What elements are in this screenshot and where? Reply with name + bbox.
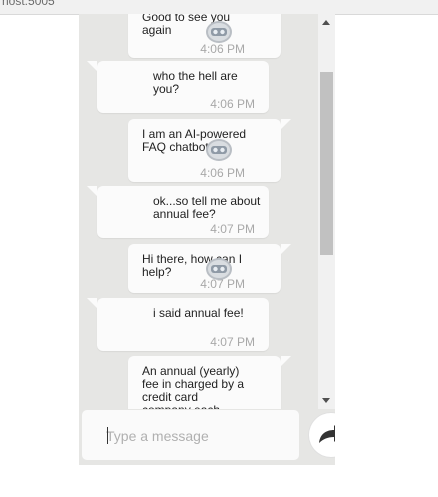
send-button[interactable] xyxy=(309,413,335,457)
message-text: who the hell are you? xyxy=(153,69,238,96)
scroll-up-arrow-icon[interactable] xyxy=(322,20,330,25)
send-arrow-icon xyxy=(319,425,335,443)
chat-widget: Good to see you again 4:06 PM who the he… xyxy=(79,14,335,465)
bot-avatar-icon xyxy=(206,139,232,161)
text-cursor xyxy=(107,427,108,444)
chat-scrollbar[interactable] xyxy=(318,14,335,409)
user-message: i said annual fee! 4:07 PM xyxy=(87,298,269,351)
message-time: 4:07 PM xyxy=(210,222,255,236)
message-text: I am an AI-powered FAQ chatbot :) xyxy=(142,127,247,154)
message-text: Hi there, how can I help? xyxy=(142,252,243,279)
message-list[interactable]: Good to see you again 4:06 PM who the he… xyxy=(79,14,318,409)
message-time: 4:06 PM xyxy=(210,97,255,111)
bot-avatar-icon xyxy=(206,258,232,280)
message-text: i said annual fee! xyxy=(153,306,244,320)
message-text: ok...so tell me about annual fee? xyxy=(153,194,261,221)
message-time: 4:06 PM xyxy=(200,166,245,180)
user-message: who the hell are you? 4:06 PM xyxy=(87,61,269,113)
bot-avatar-icon xyxy=(206,21,232,43)
message-composer xyxy=(82,410,299,460)
address-text: nost:5005 xyxy=(2,0,55,8)
message-time: 4:06 PM xyxy=(200,42,245,56)
message-text: An annual (yearly) fee in charged by a c… xyxy=(142,364,245,410)
browser-address-bar: nost:5005 xyxy=(0,0,438,15)
message-input[interactable] xyxy=(106,426,286,446)
bot-message: An annual (yearly) fee in charged by a c… xyxy=(128,356,291,410)
scroll-thumb[interactable] xyxy=(320,72,333,255)
scroll-down-arrow-icon[interactable] xyxy=(322,398,330,403)
message-text: Good to see you again xyxy=(142,14,231,37)
message-time: 4:07 PM xyxy=(210,335,255,349)
user-message: ok...so tell me about annual fee? 4:07 P… xyxy=(87,186,269,238)
